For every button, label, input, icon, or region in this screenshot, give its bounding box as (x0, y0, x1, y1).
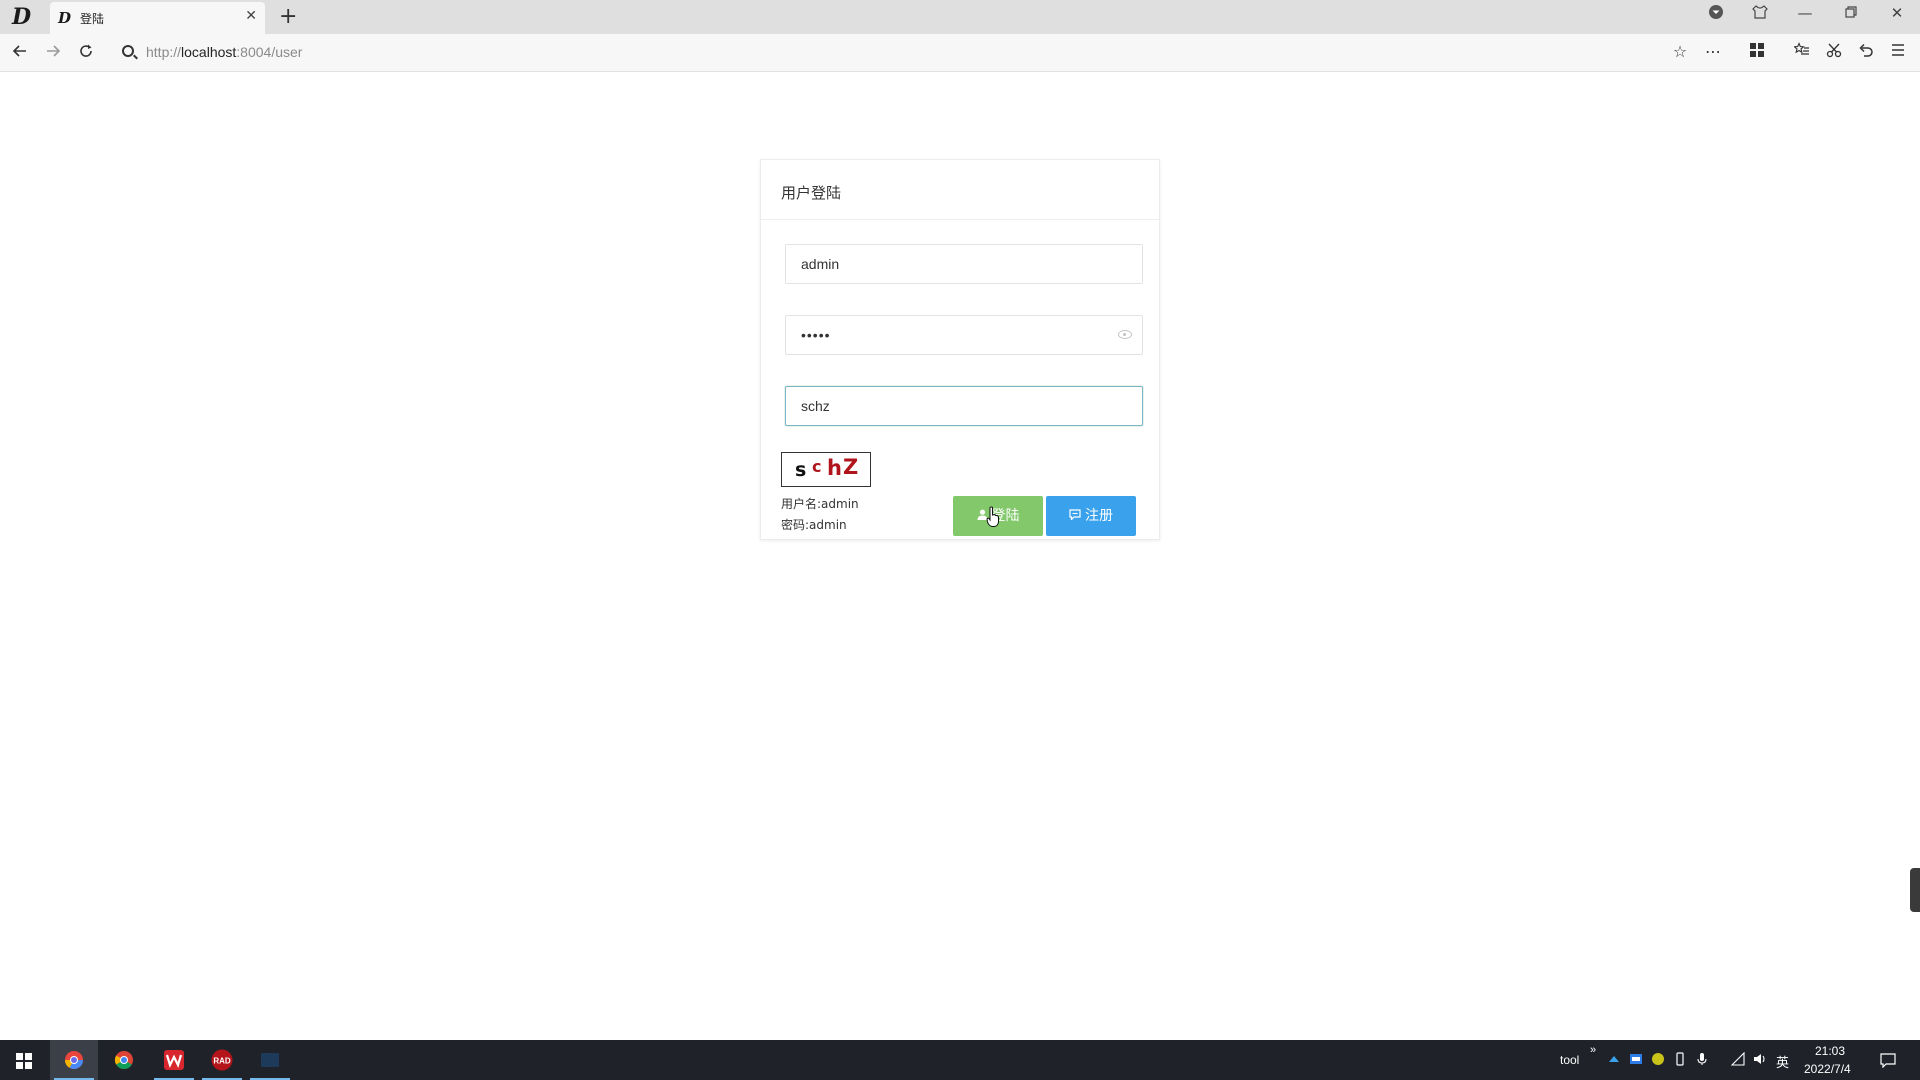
tray-arrow-icon[interactable] (1606, 1052, 1622, 1068)
register-button[interactable]: 注册 (1046, 496, 1136, 536)
undo-icon[interactable] (1855, 42, 1877, 62)
password-field[interactable] (785, 315, 1143, 355)
captcha-char-3: h (827, 456, 842, 480)
show-password-eye-icon[interactable] (1118, 330, 1132, 339)
browser-titlebar: D D 登陆 ✕ + — ✕ (0, 0, 1920, 34)
taskbar-browser-app[interactable] (50, 1040, 98, 1080)
screenshot-scissors-icon[interactable] (1823, 42, 1845, 62)
register-button-label: 注册 (1085, 508, 1113, 524)
toolbar-expand-icon[interactable]: » (1590, 1044, 1596, 1056)
new-tab-button[interactable]: + (279, 4, 297, 29)
volume-icon[interactable] (1752, 1052, 1768, 1068)
skin-icon[interactable] (1750, 4, 1770, 24)
login-button[interactable]: 登陆 (953, 496, 1043, 536)
notification-icon[interactable] (1880, 1052, 1896, 1069)
captcha-image[interactable]: s c h Z (781, 452, 871, 487)
svg-text:RAD: RAD (213, 1057, 231, 1066)
taskbar-wps-app[interactable] (150, 1040, 198, 1080)
captcha-field[interactable] (785, 386, 1143, 426)
taskbar-chrome-app[interactable] (100, 1040, 148, 1080)
login-button-label: 登陆 (991, 508, 1020, 524)
tab-close-icon[interactable]: ✕ (245, 8, 257, 24)
tab-favicon-icon: D (58, 9, 72, 27)
taskbar-app-blue[interactable] (246, 1040, 294, 1080)
username-input[interactable] (786, 245, 1142, 283)
restore-button[interactable] (1841, 4, 1861, 22)
tray-app-icon[interactable] (1628, 1052, 1644, 1068)
taskbar: RAD tool » 英 21:03 2022/7/4 (0, 1040, 1920, 1080)
browser-app-icon (65, 1051, 83, 1070)
tab-title: 登陆 (80, 12, 105, 26)
browser-toolbar: http://localhost:8004/user ☆ ⋯ (0, 34, 1920, 72)
captcha-char-2: c (812, 457, 822, 476)
start-button[interactable] (0, 1040, 48, 1080)
main-menu-icon[interactable] (1887, 42, 1909, 61)
forward-button[interactable] (42, 43, 64, 64)
ime-indicator[interactable]: 英 (1776, 1052, 1789, 1071)
minimize-button[interactable]: — (1795, 4, 1815, 22)
clock-time[interactable]: 21:03 (1815, 1044, 1845, 1058)
side-panel-handle[interactable] (1910, 868, 1920, 912)
search-icon (122, 45, 134, 57)
username-field[interactable] (785, 244, 1143, 284)
app-window-icon (261, 1053, 279, 1067)
microphone-icon[interactable] (1694, 1052, 1710, 1068)
browser-logo-icon[interactable]: D (12, 6, 38, 28)
user-icon (977, 496, 988, 536)
favorites-list-icon[interactable] (1791, 42, 1813, 62)
wps-icon (164, 1050, 184, 1070)
captcha-input[interactable] (786, 387, 1142, 425)
captcha-char-4: Z (843, 455, 859, 479)
bookmark-star-icon[interactable]: ☆ (1669, 42, 1691, 61)
taskbar-rad-app[interactable]: RAD (198, 1040, 246, 1080)
comment-icon (1069, 496, 1081, 536)
address-bar[interactable]: http://localhost:8004/user (112, 38, 1742, 66)
url-text: http://localhost:8004/user (146, 44, 303, 60)
hint-password: 密码:admin (781, 518, 847, 532)
reload-button[interactable] (75, 43, 97, 64)
captcha-char-1: s (795, 459, 807, 481)
tab-active[interactable]: D 登陆 ✕ (50, 2, 265, 34)
card-title: 用户登陆 (761, 160, 1159, 220)
download-icon[interactable] (1706, 4, 1726, 24)
password-input[interactable] (786, 316, 1142, 354)
more-menu-icon[interactable]: ⋯ (1702, 42, 1724, 61)
close-window-button[interactable]: ✕ (1887, 4, 1907, 22)
apps-grid-icon[interactable] (1746, 42, 1768, 61)
usb-icon[interactable] (1672, 1052, 1688, 1068)
network-icon[interactable] (1730, 1051, 1746, 1068)
hint-username: 用户名:admin (781, 497, 859, 511)
chrome-icon (114, 1051, 133, 1070)
windows-icon (16, 1053, 32, 1069)
tray-toolbar-label[interactable]: tool (1560, 1053, 1579, 1067)
clock-date[interactable]: 2022/7/4 (1804, 1062, 1851, 1076)
login-card: 用户登陆 s c h Z 用户名:admin 密码:admin 登陆 注册 (760, 159, 1160, 540)
tray-status-icon[interactable] (1650, 1052, 1666, 1068)
rad-icon: RAD (211, 1049, 233, 1071)
back-button[interactable] (9, 43, 31, 64)
